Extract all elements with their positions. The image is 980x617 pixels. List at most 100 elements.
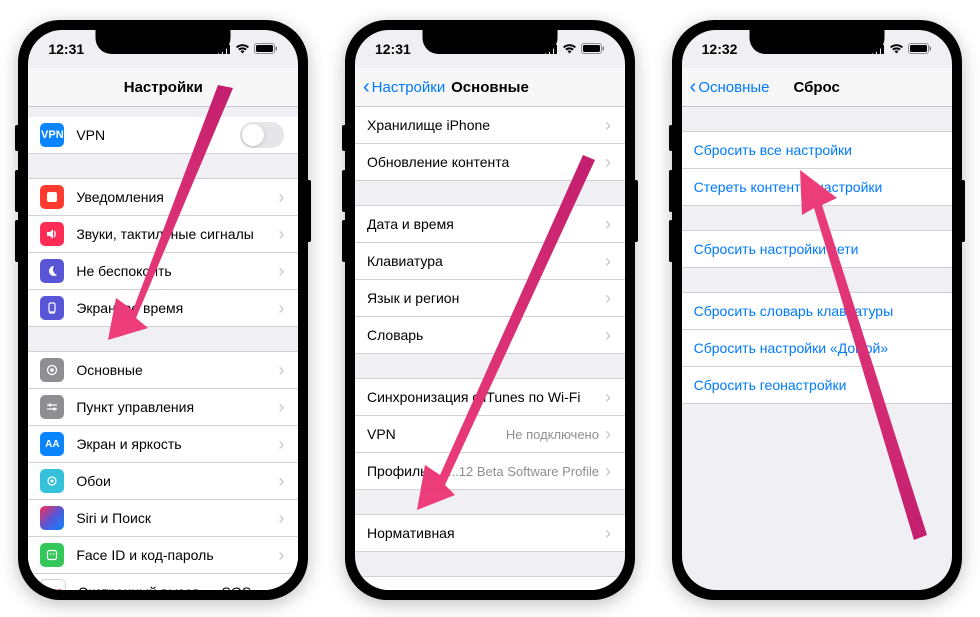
row-itunes-wifi[interactable]: Синхронизация с iTunes по Wi-Fi›	[355, 378, 625, 416]
row-dictionary[interactable]: Словарь›	[355, 317, 625, 354]
chevron-right-icon: ›	[278, 187, 284, 208]
chevron-right-icon: ›	[278, 582, 284, 591]
siri-icon	[40, 506, 64, 530]
row-language[interactable]: Язык и регион›	[355, 280, 625, 317]
chevron-right-icon: ›	[278, 224, 284, 245]
phone-1: 12:31 Настройки VPN VPN	[18, 20, 308, 600]
chevron-right-icon: ›	[605, 251, 611, 272]
row-label: Язык и регион	[367, 290, 605, 306]
row-faceid[interactable]: Face ID и код-пароль ›	[28, 537, 298, 574]
sounds-icon	[40, 222, 64, 246]
row-label: Синхронизация с iTunes по Wi-Fi	[367, 389, 605, 405]
row-label: Не беспокоить	[76, 263, 278, 279]
chevron-right-icon: ›	[605, 387, 611, 408]
chevron-right-icon: ›	[278, 261, 284, 282]
row-screentime[interactable]: Экранное время ›	[28, 290, 298, 327]
row-reset[interactable]: Сброс›	[355, 576, 625, 590]
chevron-right-icon: ›	[605, 325, 611, 346]
row-notifications[interactable]: Уведомления ›	[28, 178, 298, 216]
row-label: Face ID и код-пароль	[76, 547, 278, 563]
row-label: Сбросить настройки сети	[694, 241, 938, 257]
chevron-right-icon: ›	[278, 397, 284, 418]
wallpaper-icon	[40, 469, 64, 493]
battery-icon	[254, 41, 278, 57]
row-display[interactable]: AA Экран и яркость ›	[28, 426, 298, 463]
row-storage[interactable]: Хранилище iPhone›	[355, 107, 625, 144]
notch	[422, 30, 557, 54]
row-sounds[interactable]: Звуки, тактильные сигналы ›	[28, 216, 298, 253]
row-reset-all-settings[interactable]: Сбросить все настройки	[682, 131, 952, 169]
nav-bar: Настройки	[28, 68, 298, 107]
chevron-right-icon: ›	[278, 545, 284, 566]
row-reset-home[interactable]: Сбросить настройки «Домой»	[682, 330, 952, 367]
row-label: Дата и время	[367, 216, 605, 232]
settings-list: VPN VPN Уведомления › Звуки, тактильные …	[28, 107, 298, 590]
chevron-right-icon: ›	[278, 298, 284, 319]
row-label: Уведомления	[76, 189, 278, 205]
sos-icon: SOS	[40, 579, 66, 590]
row-keyboard[interactable]: Клавиатура›	[355, 243, 625, 280]
nav-back-label: Основные	[698, 79, 769, 96]
notch	[749, 30, 884, 54]
vpn-icon: VPN	[40, 123, 64, 147]
row-wallpaper[interactable]: Обои ›	[28, 463, 298, 500]
vpn-toggle[interactable]	[240, 122, 284, 148]
chevron-right-icon: ›	[278, 471, 284, 492]
row-label: Обои	[76, 473, 278, 489]
row-siri[interactable]: Siri и Поиск ›	[28, 500, 298, 537]
row-label: Сброс	[367, 587, 605, 590]
status-time: 12:32	[702, 41, 738, 57]
row-reset-location[interactable]: Сбросить геонастройки	[682, 367, 952, 404]
nav-bar: ‹ Основные Сброс	[682, 68, 952, 107]
row-label: VPN	[367, 426, 506, 442]
phone-3: 12:32 ‹ Основные Сброс Сбросить все наст…	[672, 20, 962, 600]
row-label: Сбросить словарь клавиатуры	[694, 303, 938, 319]
row-label: Нормативная	[367, 525, 605, 541]
chevron-right-icon: ›	[605, 288, 611, 309]
nav-title: Настройки	[28, 79, 298, 96]
notch	[96, 30, 231, 54]
chevron-right-icon: ›	[605, 424, 611, 445]
row-label: Экранное время	[76, 300, 278, 316]
row-value: Не подключено	[506, 427, 599, 442]
gear-icon	[40, 358, 64, 382]
display-icon: AA	[40, 432, 64, 456]
row-label: Клавиатура	[367, 253, 605, 269]
row-profile[interactable]: Профильi...12 Beta Software Profile›	[355, 453, 625, 490]
wifi-icon	[562, 41, 577, 57]
row-control-center[interactable]: Пункт управления ›	[28, 389, 298, 426]
nav-back-label: Настройки	[372, 79, 446, 96]
chevron-right-icon: ›	[605, 523, 611, 544]
row-vpn[interactable]: VPN VPN	[28, 117, 298, 154]
screentime-icon	[40, 296, 64, 320]
nav-back-button[interactable]: ‹ Основные	[690, 76, 770, 99]
nav-back-button[interactable]: ‹ Настройки	[363, 76, 445, 99]
row-label: Стереть контент и настройки	[694, 179, 938, 195]
row-reset-network[interactable]: Сбросить настройки сети	[682, 230, 952, 268]
row-label: Хранилище iPhone	[367, 117, 605, 133]
chevron-right-icon: ›	[605, 152, 611, 173]
row-sos[interactable]: SOS Экстренный вызов — SOS ›	[28, 574, 298, 590]
row-reset-keyboard-dict[interactable]: Сбросить словарь клавиатуры	[682, 292, 952, 330]
chevron-right-icon: ›	[605, 461, 611, 482]
row-erase-all[interactable]: Стереть контент и настройки	[682, 169, 952, 206]
chevron-right-icon: ›	[278, 360, 284, 381]
status-time: 12:31	[375, 41, 411, 57]
row-dnd[interactable]: Не беспокоить ›	[28, 253, 298, 290]
row-label: Звуки, тактильные сигналы	[76, 226, 278, 242]
row-label: Словарь	[367, 327, 605, 343]
row-datetime[interactable]: Дата и время›	[355, 205, 625, 243]
row-label: Пункт управления	[76, 399, 278, 415]
row-general[interactable]: Основные ›	[28, 351, 298, 389]
chevron-right-icon: ›	[605, 585, 611, 591]
chevron-right-icon: ›	[278, 434, 284, 455]
row-legal[interactable]: Нормативная›	[355, 514, 625, 552]
general-list: Хранилище iPhone› Обновление контента› Д…	[355, 107, 625, 590]
control-center-icon	[40, 395, 64, 419]
row-vpn[interactable]: VPNНе подключено ›	[355, 416, 625, 453]
chevron-right-icon: ›	[605, 214, 611, 235]
row-label: Обновление контента	[367, 154, 605, 170]
status-time: 12:31	[48, 41, 84, 57]
row-label: Siri и Поиск	[76, 510, 278, 526]
row-background-refresh[interactable]: Обновление контента›	[355, 144, 625, 181]
